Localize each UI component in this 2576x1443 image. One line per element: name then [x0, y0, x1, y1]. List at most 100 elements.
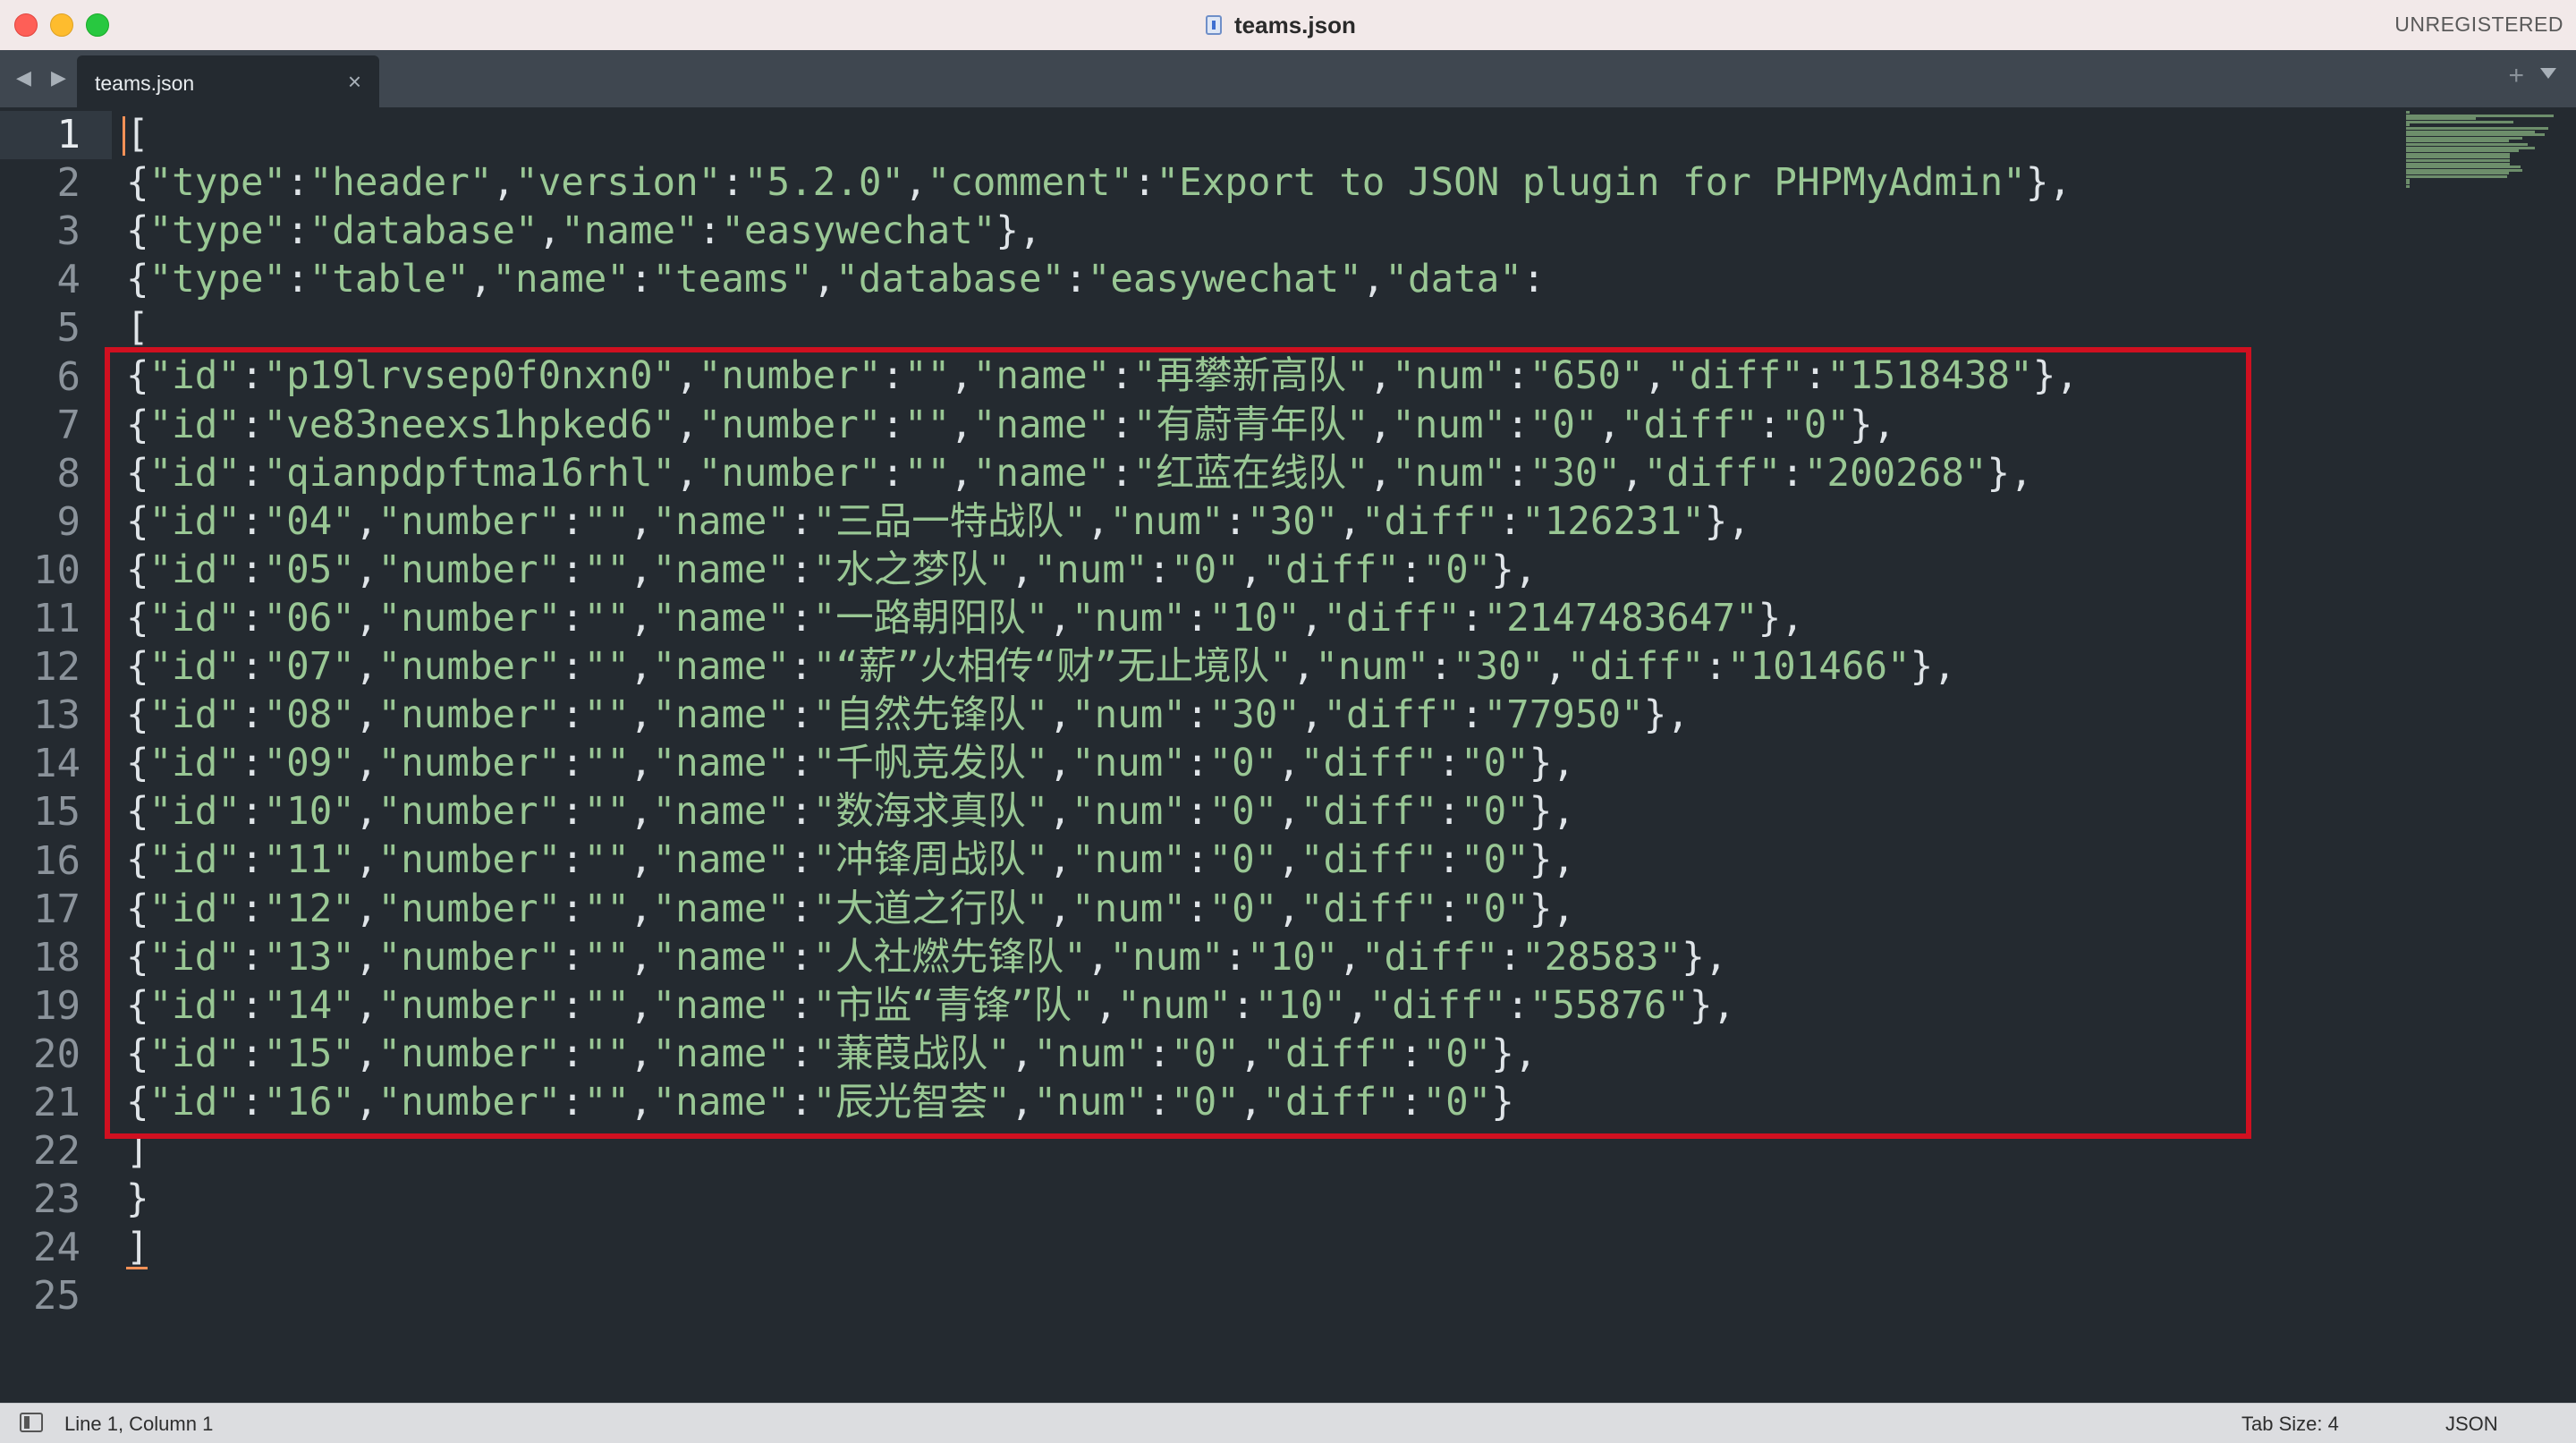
- panel-toggle-icon[interactable]: [20, 1413, 43, 1432]
- minimap-line: [2406, 133, 2546, 137]
- minimize-window-button[interactable]: [50, 13, 73, 37]
- line-number-gutter: 1 2 3 4 5 6 7 8 9 10 11 12 13 14 15 16 17 18 19 20 21 22 23 24 2…: [0, 107, 112, 1403]
- window-title: teams.json: [1234, 11, 1356, 38]
- line-number: 10: [33, 547, 80, 593]
- code-line: [: [126, 113, 149, 157]
- minimap-line: [2406, 152, 2511, 156]
- minimap-line: [2406, 182, 2410, 185]
- minimap-line: [2406, 114, 2554, 117]
- tab-nav-arrows-icon[interactable]: ◀ ▶: [16, 66, 73, 89]
- line-number: 14: [33, 741, 80, 787]
- minimap-line: [2406, 143, 2528, 146]
- line-number: 1: [56, 112, 81, 157]
- line-number: 5: [56, 305, 81, 352]
- minimap-line: [2406, 123, 2410, 127]
- syntax-selector[interactable]: JSON: [2445, 1413, 2498, 1436]
- code-line: {"id":"11","number":"","name":"冲锋周战队","n…: [126, 838, 1575, 883]
- code-line: {"id":"13","number":"","name":"人社燃先锋队","…: [126, 935, 1728, 980]
- minimap-line: [2406, 149, 2520, 153]
- code-line: {"id":"04","number":"","name":"三品一特战队","…: [126, 499, 1750, 544]
- line-number: 18: [33, 934, 80, 980]
- minimap-line: [2406, 111, 2410, 114]
- line-number: 15: [33, 789, 80, 836]
- line-number: 22: [33, 1128, 80, 1175]
- minimap-line: [2406, 184, 2410, 188]
- code-text-area[interactable]: [{"type":"header","version":"5.2.0","com…: [126, 111, 2079, 1320]
- line-number: 24: [33, 1225, 80, 1271]
- code-line: {"id":"15","number":"","name":"蒹葭战队","nu…: [126, 1031, 1538, 1076]
- code-line: {"id":"p19lrvsep0f0nxn0","number":"","na…: [126, 354, 2079, 399]
- line-number: 9: [56, 498, 81, 545]
- zoom-window-button[interactable]: [86, 13, 109, 37]
- code-line: }: [126, 1177, 149, 1222]
- line-number: 6: [56, 353, 81, 400]
- code-line: {"id":"ve83neexs1hpked6","number":"","na…: [126, 403, 1896, 447]
- code-line: {"type":"database","name":"easywechat"},: [126, 209, 1042, 254]
- minimap-line: [2406, 166, 2521, 169]
- minimap-line: [2406, 127, 2549, 130]
- code-line: {"type":"header","version":"5.2.0","comm…: [126, 161, 2072, 206]
- code-line: {"id":"07","number":"","name":"“薪”火相传“财”…: [126, 645, 1956, 690]
- line-number: 4: [56, 257, 81, 303]
- minimap-line: [2406, 136, 2523, 140]
- minimap[interactable]: [2406, 111, 2558, 193]
- line-number: 21: [33, 1080, 80, 1125]
- line-number: 19: [33, 982, 80, 1029]
- code-line: ]: [126, 1128, 149, 1173]
- text-caret: [123, 116, 125, 156]
- tab-teams-json[interactable]: teams.json ×: [77, 55, 379, 107]
- line-number: 17: [33, 886, 80, 932]
- code-line: {"id":"08","number":"","name":"自然先锋队","n…: [126, 693, 1690, 738]
- line-number: 2: [56, 160, 81, 207]
- minimap-line: [2406, 172, 2509, 175]
- minimap-line: [2406, 159, 2511, 162]
- registration-status: UNREGISTERED: [2394, 13, 2563, 36]
- new-tab-icon[interactable]: +: [2508, 61, 2524, 91]
- minimap-line: [2406, 117, 2476, 121]
- code-line: {"id":"05","number":"","name":"水之梦队","nu…: [126, 547, 1538, 592]
- code-line: {"id":"06","number":"","name":"一路朝阳队","n…: [126, 596, 1804, 641]
- minimap-line: [2406, 120, 2514, 123]
- tab-label: teams.json: [95, 72, 195, 95]
- code-line: {"id":"16","number":"","name":"辰光智荟","nu…: [126, 1080, 1514, 1125]
- title-bar: teams.json UNREGISTERED: [0, 0, 2576, 51]
- code-line: ]: [126, 1226, 149, 1270]
- line-number: 16: [33, 837, 80, 884]
- minimap-line: [2406, 178, 2410, 182]
- code-line: {"id":"14","number":"","name":"市监“青锋”队",…: [126, 983, 1736, 1028]
- minimap-line: [2406, 168, 2523, 172]
- bracket-match-underline: [126, 1267, 148, 1269]
- line-number: 11: [33, 596, 80, 641]
- window-title-group: teams.json: [1206, 9, 1356, 41]
- close-window-button[interactable]: [14, 13, 38, 37]
- cursor-position: Line 1, Column 1: [64, 1413, 214, 1435]
- minimap-line: [2406, 156, 2511, 159]
- tab-list-menu-icon[interactable]: [2540, 68, 2556, 79]
- status-bar: Line 1, Column 1 Tab Size: 4 JSON: [0, 1403, 2576, 1443]
- minimap-line: [2406, 140, 2509, 143]
- tab-size-selector[interactable]: Tab Size: 4: [2241, 1413, 2339, 1436]
- line-number: 20: [33, 1031, 80, 1077]
- code-line: {"id":"12","number":"","name":"大道之行队","n…: [126, 887, 1575, 931]
- code-editor[interactable]: 1 2 3 4 5 6 7 8 9 10 11 12 13 14 15 16 17 18 19 20 21 22 23 24 2…: [0, 107, 2576, 1403]
- line-number: 12: [33, 644, 80, 691]
- code-line: {"id":"09","number":"","name":"千帆竞发队","n…: [126, 742, 1575, 786]
- minimap-line: [2406, 130, 2535, 133]
- code-line: [: [126, 306, 149, 351]
- line-number: 13: [33, 692, 80, 739]
- line-number: 8: [56, 450, 81, 497]
- tab-bar: ◀ ▶ teams.json × +: [0, 50, 2576, 107]
- line-number: 25: [33, 1273, 80, 1320]
- code-line: {"id":"qianpdpftma16rhl","number":"","na…: [126, 451, 2033, 496]
- json-file-icon: [1206, 15, 1222, 35]
- minimap-line: [2406, 162, 2511, 166]
- minimap-line: [2406, 175, 2507, 178]
- code-line: {"type":"table","name":"teams","database…: [126, 258, 1546, 302]
- tab-close-icon[interactable]: ×: [348, 68, 361, 96]
- line-number: 23: [33, 1176, 80, 1223]
- code-line: {"id":"10","number":"","name":"数海求真队","n…: [126, 790, 1575, 835]
- line-number: 7: [56, 402, 81, 448]
- line-number: 3: [56, 208, 81, 255]
- minimap-line: [2406, 146, 2535, 149]
